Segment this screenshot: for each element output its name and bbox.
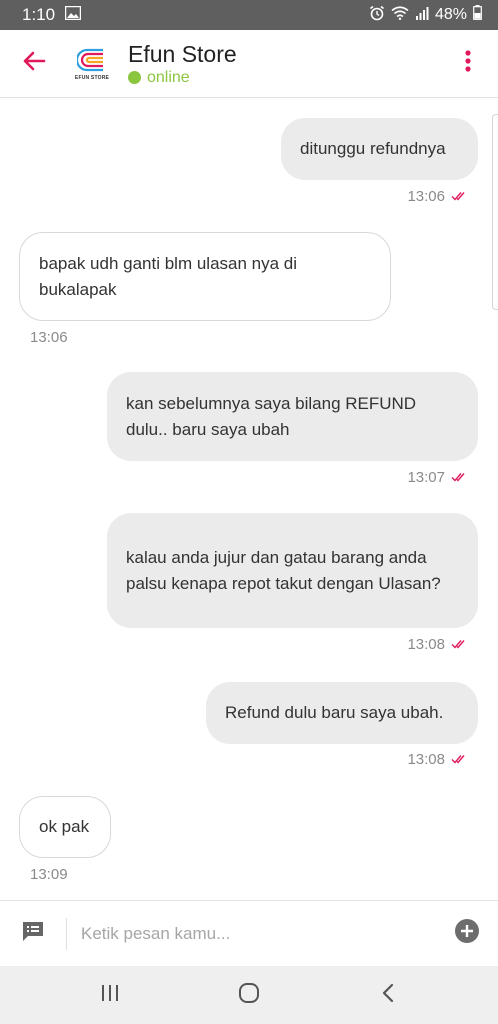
message-text: ditunggu refundnya [300, 139, 446, 158]
message-time-text: 13:07 [407, 469, 445, 486]
double-check-icon [451, 188, 468, 205]
plus-circle-icon [454, 918, 480, 949]
wifi-icon [391, 5, 409, 25]
message-bubble-received[interactable]: ok pak [19, 796, 111, 858]
battery-icon [473, 5, 482, 25]
message-time: 13:09 [30, 866, 68, 883]
quick-reply-button[interactable] [0, 901, 66, 967]
message-input[interactable] [67, 923, 436, 944]
battery-percentage: 48% [434, 6, 467, 23]
arrow-left-icon [22, 51, 46, 76]
back-button[interactable] [0, 30, 68, 98]
message-time: 13:08 [407, 751, 468, 768]
message-time-text: 13:09 [30, 866, 68, 883]
message-time: 13:06 [407, 188, 468, 205]
online-status-text: online [147, 68, 190, 86]
message-time-text: 13:08 [407, 636, 445, 653]
store-logo-text: EFUN STORE [74, 75, 110, 81]
online-status-dot [128, 71, 141, 84]
signal-icon [415, 6, 429, 25]
message-text: Refund dulu baru saya ubah. [225, 703, 444, 722]
message-bubble-sent[interactable]: kan sebelumnya saya bilang REFUND dulu..… [107, 372, 478, 461]
message-bubble-sent[interactable]: ditunggu refundnya [281, 118, 478, 180]
message-time: 13:06 [30, 329, 68, 346]
chat-header: EFUN STORE Efun Store online [0, 30, 498, 98]
message-time-text: 13:06 [407, 188, 445, 205]
status-time: 1:10 [22, 5, 56, 24]
store-name: Efun Store [128, 40, 237, 67]
store-logo-icon [77, 48, 103, 72]
message-text: kan sebelumnya saya bilang REFUND dulu..… [126, 393, 417, 439]
recent-apps-icon [100, 984, 120, 1007]
store-logo: EFUN STORE [70, 42, 114, 86]
message-time-text: 13:06 [30, 329, 68, 346]
double-check-icon [451, 636, 468, 653]
message-time: 13:08 [407, 636, 468, 653]
add-attachment-button[interactable] [436, 901, 498, 967]
message-bubble-sent[interactable]: Refund dulu baru saya ubah. [206, 682, 478, 744]
message-composer [0, 900, 498, 966]
home-icon [238, 982, 260, 1009]
more-options-button[interactable] [438, 30, 498, 98]
double-check-icon [451, 751, 468, 768]
gallery-icon [64, 5, 82, 25]
more-vertical-icon [465, 50, 471, 77]
home-button[interactable] [219, 966, 279, 1024]
message-icon [21, 920, 45, 947]
message-text: bapak udh ganti blm ulasan nya di bukala… [39, 253, 298, 299]
message-time-text: 13:08 [407, 751, 445, 768]
back-icon [381, 983, 395, 1008]
status-bar: 1:10 48% [0, 0, 498, 30]
message-bubble-sent[interactable]: kalau anda jujur dan gatau barang anda p… [107, 513, 478, 628]
double-check-icon [451, 469, 468, 486]
recent-apps-button[interactable] [80, 966, 140, 1024]
message-text: kalau anda jujur dan gatau barang anda p… [126, 547, 441, 593]
alarm-icon [369, 5, 385, 26]
message-list[interactable]: ditunggu refundnya 13:06 bapak udh ganti… [0, 98, 498, 900]
scroll-indicator[interactable] [492, 114, 498, 310]
message-text: ok pak [39, 817, 90, 836]
message-bubble-received[interactable]: bapak udh ganti blm ulasan nya di bukala… [19, 232, 391, 321]
system-nav-bar [0, 966, 498, 1024]
message-time: 13:07 [407, 469, 468, 486]
system-back-button[interactable] [358, 966, 418, 1024]
